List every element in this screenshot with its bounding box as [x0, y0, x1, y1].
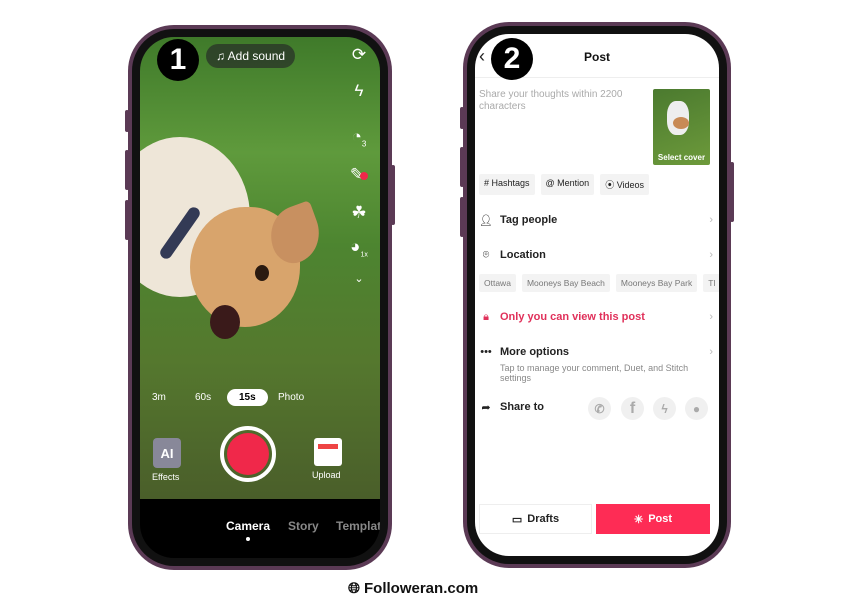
- share-to-label: Share to: [500, 401, 545, 413]
- videos-chip[interactable]: ⦿ Videos: [600, 174, 650, 195]
- step-badge: 1: [157, 39, 199, 81]
- drafts-button[interactable]: ▭ Drafts: [479, 504, 592, 534]
- drafts-label: Drafts: [527, 513, 560, 525]
- step-badge: 2: [491, 38, 533, 80]
- drafts-icon: ▭: [511, 513, 523, 526]
- duration-3m[interactable]: 3m: [152, 392, 166, 403]
- location-label: Location: [500, 249, 546, 261]
- location-chip[interactable]: Mooneys Bay Park: [615, 274, 698, 292]
- brand-text: Followeran.com: [364, 580, 479, 597]
- tab-story[interactable]: Story: [288, 519, 319, 533]
- flip-camera-icon[interactable]: ⟳: [348, 45, 370, 65]
- more-options-description: Tap to manage your comment, Duet, and St…: [500, 363, 689, 383]
- share-arrow-icon: ➦: [481, 402, 491, 414]
- select-cover-label: Select cover: [657, 153, 706, 162]
- more-options-label: More options: [500, 346, 570, 358]
- location-chip[interactable]: Tl: [703, 274, 719, 292]
- person-icon: 👤︎: [479, 215, 493, 227]
- tab-templates[interactable]: Templat: [336, 519, 380, 533]
- filters-icon[interactable]: ☘: [348, 203, 370, 223]
- post-button[interactable]: ✳ Post: [596, 504, 710, 534]
- active-tab-indicator: [246, 537, 250, 541]
- upload-button[interactable]: [314, 438, 342, 466]
- location-pin-icon: ⌾: [482, 249, 490, 261]
- location-chip[interactable]: Mooneys Bay Beach: [521, 274, 610, 292]
- add-sound-label: Add sound: [227, 49, 286, 63]
- phone-post: ‹ Post 2 Share your thoughts within 2200…: [460, 22, 734, 568]
- effects-label: Effects: [152, 472, 180, 482]
- caption-input[interactable]: Share your thoughts within 2200 characte…: [479, 89, 644, 113]
- lock-icon: 🔒︎: [483, 311, 489, 323]
- chevron-right-icon: ›: [709, 214, 713, 226]
- globe-icon: 🌐︎: [348, 580, 361, 597]
- mode-tabs: Camera Story Templat: [140, 499, 380, 558]
- beauty-icon[interactable]: ✎: [348, 165, 370, 185]
- facebook-icon[interactable]: f: [621, 397, 644, 420]
- tab-camera[interactable]: Camera: [226, 519, 270, 533]
- more-dots-icon: •••: [480, 346, 492, 358]
- mode-photo[interactable]: Photo: [278, 392, 304, 403]
- duration-60s[interactable]: 60s: [195, 392, 211, 403]
- tag-people-label: Tag people: [500, 214, 558, 226]
- sparkle-icon: ✳: [633, 513, 644, 526]
- phone-camera: 1 ♫ Add sound ⟳ ϟ ◔3 ✎ ☘ ◕1x ⌄ 3m 60s 15…: [125, 25, 395, 570]
- duration-15s[interactable]: 15s: [227, 389, 268, 406]
- timer-icon[interactable]: ◔3: [348, 127, 370, 148]
- camera-screen: 1 ♫ Add sound ⟳ ϟ ◔3 ✎ ☘ ◕1x ⌄ 3m 60s 15…: [140, 37, 380, 558]
- timer-value: 3: [361, 139, 367, 149]
- privacy-label: Only you can view this post: [500, 311, 645, 323]
- add-sound-button[interactable]: ♫ Add sound: [206, 44, 296, 68]
- upload-label: Upload: [312, 470, 341, 480]
- post-screen: ‹ Post 2 Share your thoughts within 2200…: [475, 34, 719, 556]
- post-label: Post: [648, 513, 673, 525]
- whatsapp-icon[interactable]: ✆: [588, 397, 611, 420]
- speed-value: 1x: [360, 251, 368, 259]
- flash-off-icon[interactable]: ϟ: [348, 81, 370, 101]
- chevron-right-icon: ›: [709, 311, 713, 323]
- chevron-right-icon: ›: [709, 346, 713, 358]
- record-button[interactable]: [220, 426, 276, 482]
- messenger-icon[interactable]: ϟ: [653, 397, 676, 420]
- effects-button[interactable]: AI: [153, 438, 181, 468]
- mention-chip[interactable]: @ Mention: [540, 174, 595, 195]
- speed-icon[interactable]: ◕1x: [348, 237, 370, 258]
- location-chip[interactable]: Ottawa: [479, 274, 516, 292]
- select-cover-button[interactable]: Select cover: [653, 89, 710, 165]
- music-note-icon: ♫: [216, 49, 228, 63]
- chevron-down-icon[interactable]: ⌄: [348, 272, 370, 285]
- footer-brand: 🌐︎ Followeran.com: [348, 580, 478, 597]
- hashtags-chip[interactable]: # Hashtags: [479, 174, 535, 195]
- chevron-right-icon: ›: [709, 249, 713, 261]
- sms-icon[interactable]: ●: [685, 397, 708, 420]
